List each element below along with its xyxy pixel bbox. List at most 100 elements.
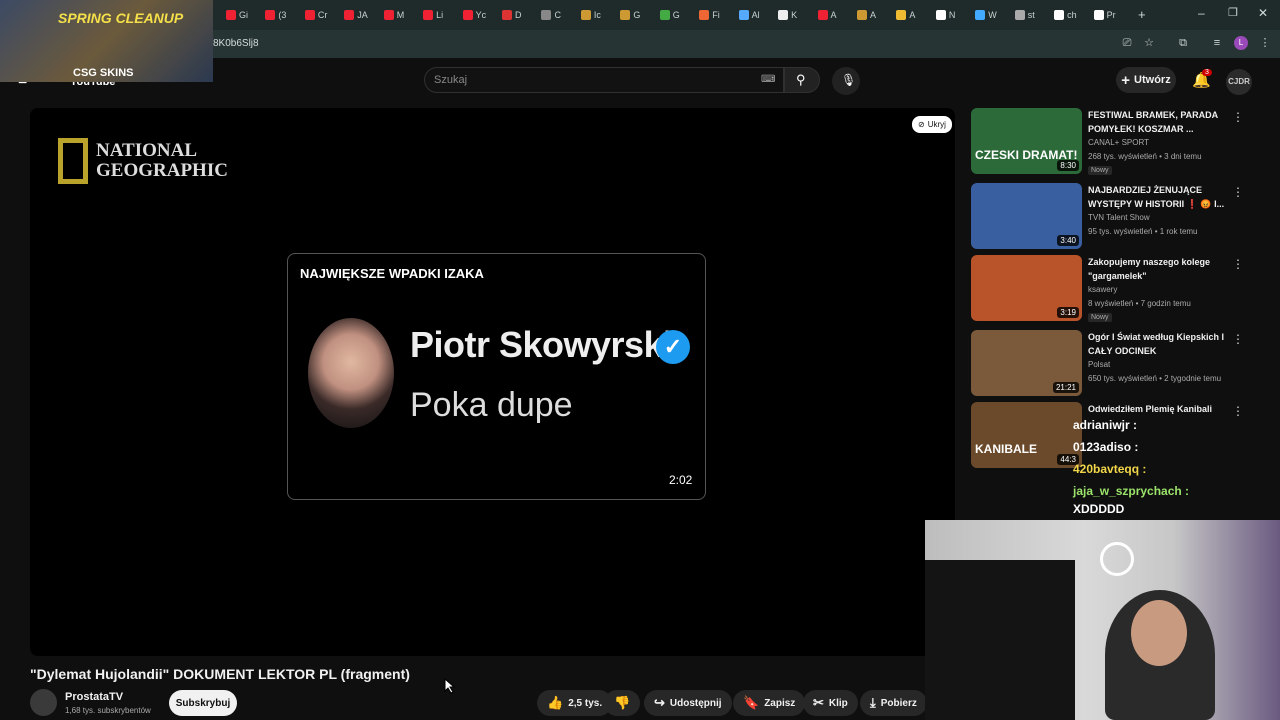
cast-icon[interactable]: ⎚ xyxy=(1120,36,1134,50)
url-field[interactable]: 8K0b6Slj8 xyxy=(213,38,259,49)
browser-tab[interactable]: Gi xyxy=(226,6,248,24)
mouse-cursor-icon xyxy=(444,678,456,694)
recommendation-channel[interactable]: TVN Talent Show xyxy=(1088,211,1150,225)
bookmark-star-icon[interactable]: ☆ xyxy=(1142,36,1156,50)
recommendation-thumbnail[interactable]: 3:19 xyxy=(971,255,1082,321)
eye-off-icon: ⊘ xyxy=(918,120,925,129)
tab-favicon-icon xyxy=(502,10,513,20)
tab-label: Li xyxy=(436,10,444,20)
natgeo-logo-icon xyxy=(58,138,88,184)
media-icon[interactable]: ≡ xyxy=(1210,36,1224,50)
profile-avatar[interactable]: L xyxy=(1234,36,1248,50)
more-options-icon[interactable]: ⋮ xyxy=(1232,185,1244,199)
save-button[interactable]: 🔖 Zapisz xyxy=(733,690,806,716)
browser-menu-icon[interactable]: ⋮ xyxy=(1258,36,1272,50)
browser-tab[interactable]: G xyxy=(659,6,680,24)
create-button[interactable]: + Utwórz xyxy=(1116,67,1176,93)
share-button[interactable]: ↪ Udostępnij xyxy=(644,690,732,716)
tab-favicon-icon xyxy=(856,10,867,20)
chat-text: XDDDDD xyxy=(1073,502,1125,516)
search-input[interactable]: Szukaj xyxy=(434,74,467,86)
subscribe-button[interactable]: Subskrybuj xyxy=(169,690,237,716)
recommendation-thumbnail[interactable]: 3:40 xyxy=(971,183,1082,249)
browser-tab[interactable]: D xyxy=(502,6,522,24)
share-label: Udostępnij xyxy=(669,697,722,709)
chat-message: 0123adiso : xyxy=(1073,436,1273,458)
recommendation-title[interactable]: Zakopujemy naszego kolege "gargamelek" xyxy=(1088,255,1228,283)
recommendation-meta: 95 tys. wyświetleń • 1 rok temu xyxy=(1088,227,1198,236)
browser-tab[interactable]: JA xyxy=(344,6,368,24)
download-label: Pobierz xyxy=(880,697,917,709)
browser-tab[interactable]: M xyxy=(383,6,404,24)
chat-username: jaja_w_szprychach : xyxy=(1073,484,1190,498)
new-badge: Nowy xyxy=(1088,313,1112,322)
extensions-icon[interactable]: ⧉ xyxy=(1176,36,1190,50)
dislike-button[interactable]: 👎 xyxy=(604,690,641,716)
minimize-icon[interactable]: – xyxy=(1198,6,1205,20)
recommendation-channel[interactable]: CANAL+ SPORT xyxy=(1088,136,1149,150)
recommendation-duration: 3:19 xyxy=(1057,307,1079,318)
scissors-icon: ✂ xyxy=(813,695,824,710)
tab-favicon-icon xyxy=(896,10,907,20)
tab-label: A xyxy=(830,10,837,20)
recommendation-duration: 21:21 xyxy=(1052,382,1079,393)
browser-tab[interactable]: A xyxy=(856,6,876,24)
tab-favicon-icon xyxy=(265,10,276,20)
recommendation-title[interactable]: Ogór I Świat według Kiepskich I CAŁY ODC… xyxy=(1088,330,1228,358)
browser-tab[interactable]: C xyxy=(541,6,561,24)
recommendation-item[interactable]: 21:21 Ogór I Świat według Kiepskich I CAŁ… xyxy=(970,330,1244,398)
keyboard-icon[interactable]: ⌨ xyxy=(761,74,775,85)
account-avatar[interactable]: CJDR xyxy=(1226,69,1252,95)
video-title: "Dylemat Hujolandii" DOKUMENT LEKTOR PL … xyxy=(30,666,410,682)
channel-avatar[interactable] xyxy=(30,689,57,716)
download-button[interactable]: ⤓ Pobierz xyxy=(860,690,927,716)
browser-tab[interactable]: Yc xyxy=(462,6,486,24)
browser-tab[interactable]: Fi xyxy=(699,6,720,24)
more-options-icon[interactable]: ⋮ xyxy=(1232,332,1244,346)
recommendation-title[interactable]: FESTIWAL BRAMEK, PARADA POMYŁEK! KOSZMAR… xyxy=(1088,108,1228,136)
search-box[interactable] xyxy=(424,67,784,93)
tab-label: N xyxy=(948,10,956,20)
recommendation-item[interactable]: 3:19 Zakopujemy naszego kolege "gargamele… xyxy=(970,255,1244,323)
browser-tab[interactable]: G xyxy=(620,6,640,24)
browser-tab[interactable]: K xyxy=(778,6,797,24)
microphone-arm xyxy=(925,560,1075,720)
recommendation-item[interactable]: 3:40 NAJBARDZIEJ ŻENUJĄCE WYSTĘPY W HISTO… xyxy=(970,183,1244,251)
browser-tab[interactable]: A xyxy=(896,6,915,24)
browser-tab[interactable]: Al xyxy=(738,6,760,24)
more-options-icon[interactable]: ⋮ xyxy=(1232,110,1244,124)
hide-button[interactable]: ⊘ Ukryj xyxy=(912,116,952,133)
browser-tab[interactable]: Li xyxy=(423,6,443,24)
browser-tab[interactable]: Cr xyxy=(304,6,327,24)
new-tab-icon[interactable]: + xyxy=(1138,7,1146,22)
share-icon: ↪ xyxy=(654,695,665,710)
recommendation-channel[interactable]: Polsat xyxy=(1088,358,1110,372)
more-options-icon[interactable]: ⋮ xyxy=(1232,257,1244,271)
close-window-icon[interactable]: ✕ xyxy=(1258,6,1268,20)
recommendation-title[interactable]: NAJBARDZIEJ ŻENUJĄCE WYSTĘPY W HISTORII … xyxy=(1088,183,1228,211)
search-button[interactable]: ⚲ xyxy=(784,67,820,93)
maximize-icon[interactable]: ❐ xyxy=(1228,6,1238,19)
channel-name[interactable]: ProstataTV xyxy=(65,691,123,703)
recommendation-thumbnail[interactable]: KANIBALE 44:3 xyxy=(971,402,1082,468)
browser-tab[interactable]: ch xyxy=(1054,6,1077,24)
browser-tab[interactable]: Pr xyxy=(1093,6,1116,24)
voice-search-button[interactable]: 🎙 xyxy=(832,67,860,95)
browser-tab[interactable]: W xyxy=(975,6,997,24)
chat-message: adrianiwjr : xyxy=(1073,414,1273,436)
browser-tab[interactable]: A xyxy=(817,6,837,24)
channel-subscribers: 1,68 tys. subskrybentów xyxy=(65,706,151,715)
tab-label: C xyxy=(554,10,561,20)
chat-username: adrianiwjr : xyxy=(1073,418,1138,432)
plus-icon: + xyxy=(1121,71,1131,89)
clip-button[interactable]: ✂ Klip xyxy=(803,690,858,716)
browser-tab[interactable]: N xyxy=(935,6,956,24)
browser-tab[interactable]: st xyxy=(1014,6,1035,24)
browser-tab[interactable]: Ic xyxy=(580,6,601,24)
browser-tab[interactable]: (3 xyxy=(265,6,286,24)
like-button[interactable]: 👍 2,5 tys. xyxy=(537,690,613,716)
recommendation-item[interactable]: CZESKI DRAMAT! 8:30 FESTIWAL BRAMEK, PARAD… xyxy=(970,108,1244,176)
recommendation-channel[interactable]: ksawery xyxy=(1088,283,1117,297)
recommendation-thumbnail[interactable]: CZESKI DRAMAT! 8:30 xyxy=(971,108,1082,174)
recommendation-thumbnail[interactable]: 21:21 xyxy=(971,330,1082,396)
